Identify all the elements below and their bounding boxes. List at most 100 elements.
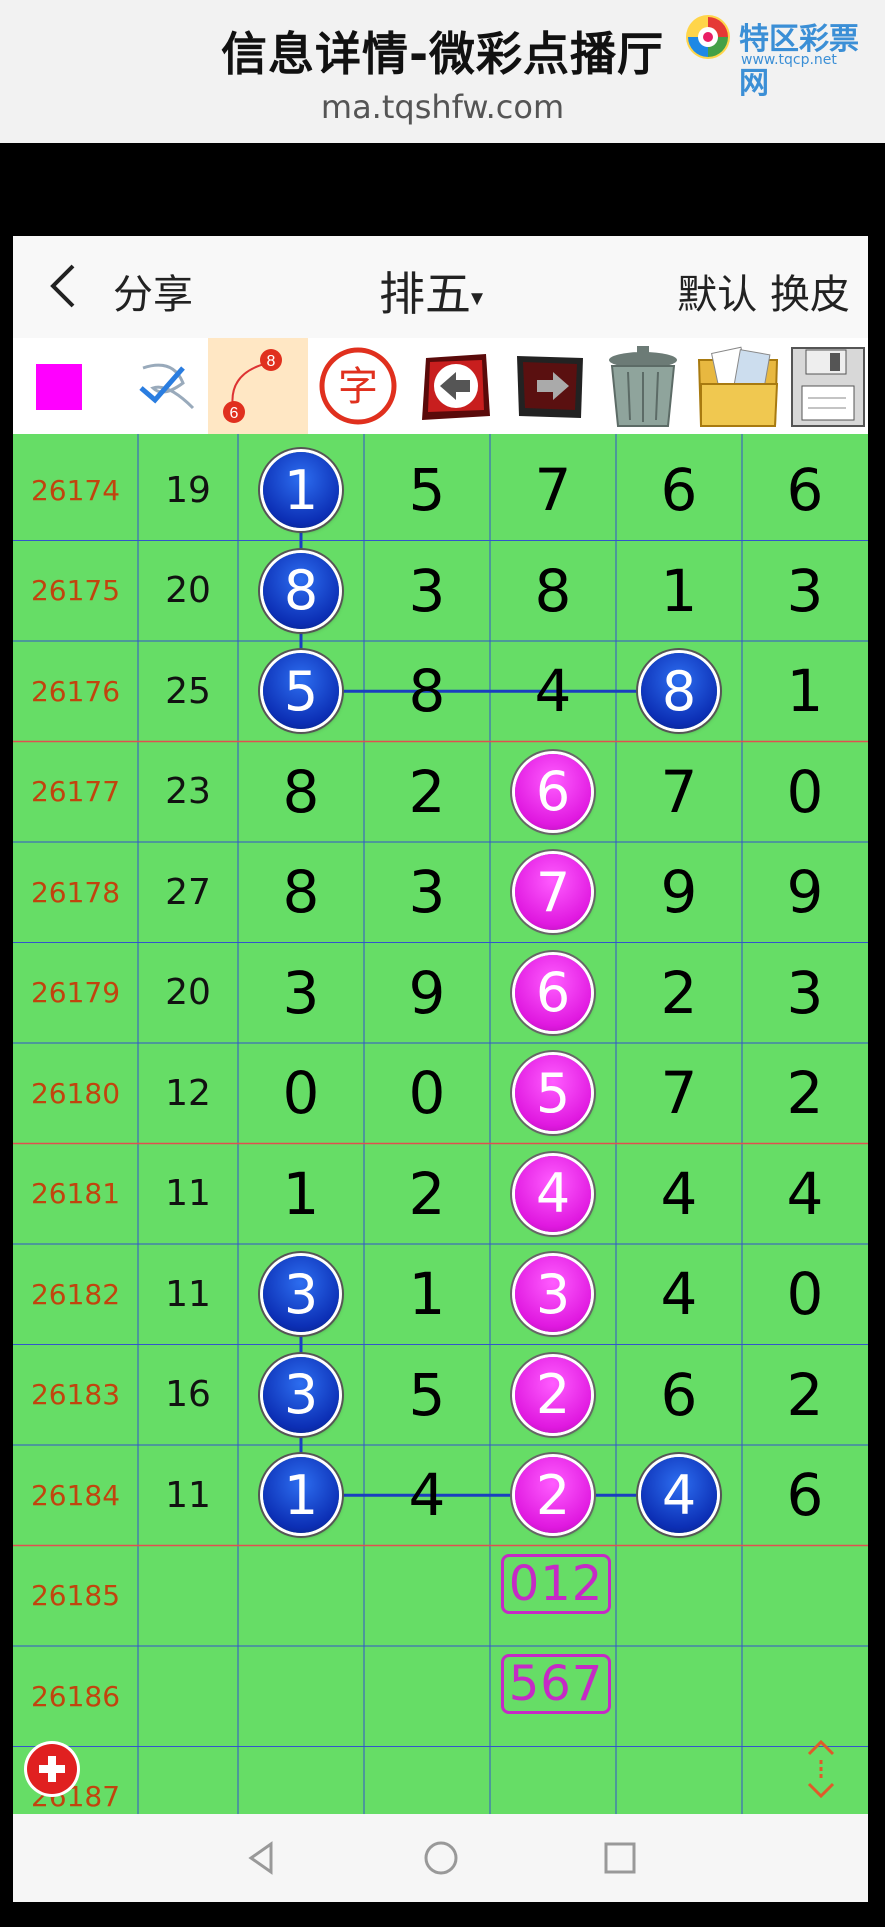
color-picker-tool[interactable] [13,338,108,434]
digit-cell[interactable]: 3 [742,541,868,642]
save-tool[interactable] [786,338,868,434]
nav-back-icon[interactable] [237,1834,285,1882]
tool-bar: 8 6 字 [13,338,868,434]
predicted-digits-box[interactable]: 012 [501,1553,611,1614]
lottery-type-dropdown[interactable]: 排五▾ [379,258,483,324]
trash-can-icon [609,346,677,427]
photo-folder-icon [697,346,779,427]
digit-sum: 27 [165,871,211,913]
clear-tool[interactable] [596,338,691,434]
digit-cell[interactable]: 8 [238,742,364,843]
skin-button[interactable]: 默认 换皮 [677,262,850,320]
digit-cell[interactable]: 9 [742,842,868,943]
digit-cell[interactable]: 7 [616,1043,742,1144]
logo-swirl-icon [686,15,730,59]
highlight-ball-blue[interactable]: 3 [263,1356,339,1433]
digit-cell[interactable]: 4 [616,1244,742,1345]
digit-cell[interactable] [238,1646,364,1747]
digit-cell[interactable]: 2 [742,1345,868,1446]
digit-cell[interactable]: 1 [238,1144,364,1245]
digit-cell[interactable]: 3 [238,943,364,1044]
digit-cell[interactable] [616,1546,742,1647]
nav-recent-icon[interactable] [596,1834,644,1882]
digit-cell[interactable] [364,1646,490,1747]
digit-cell[interactable]: 3 [364,541,490,642]
digit-cell[interactable]: 1 [616,541,742,642]
digit-cell[interactable] [742,1646,868,1747]
gallery-tool[interactable] [691,338,786,434]
digit-cell[interactable]: 5 [364,1345,490,1446]
digit-cell[interactable]: 0 [742,742,868,843]
digit-cell[interactable] [742,1546,868,1647]
scroll-arrows-icon[interactable] [801,1736,841,1802]
highlight-ball-blue[interactable]: 5 [263,653,339,730]
text-tool[interactable]: 字 [311,338,406,434]
dropdown-caret-icon: ▾ [471,283,484,312]
digit-cell[interactable]: 4 [364,1445,490,1546]
pen-tool[interactable] [113,338,208,434]
digit-cell[interactable]: 7 [616,742,742,843]
highlight-ball-blue[interactable]: 1 [263,452,339,529]
highlight-ball-pink[interactable]: 6 [515,753,591,830]
highlight-ball-pink[interactable]: 4 [515,1155,591,1232]
highlight-ball-blue[interactable]: 1 [263,1457,339,1534]
number-link-tool[interactable]: 8 6 [208,338,308,434]
digit-cell[interactable]: 1 [742,641,868,742]
highlight-ball-pink[interactable]: 2 [515,1457,591,1534]
digit-cell[interactable] [616,1646,742,1747]
digit-cell[interactable]: 2 [364,742,490,843]
digit-cell[interactable]: 1 [364,1244,490,1345]
digit-cell[interactable]: 6 [616,1345,742,1446]
highlight-ball-blue[interactable]: 4 [641,1457,717,1534]
digit-cell[interactable]: 9 [364,943,490,1044]
digit-cell[interactable]: 0 [364,1043,490,1144]
highlight-ball-pink[interactable]: 2 [515,1356,591,1433]
highlight-ball-pink[interactable]: 7 [515,854,591,931]
issue-number: 26181 [30,1177,121,1211]
digit-cell[interactable]: 2 [742,1043,868,1144]
digit-cell[interactable]: 0 [238,1043,364,1144]
digit-cell[interactable]: 2 [364,1144,490,1245]
digit-cell[interactable]: 8 [364,641,490,742]
lottery-type-label: 排五 [379,267,471,321]
digit-cell[interactable]: 6 [742,1445,868,1546]
digit-cell[interactable]: 6 [742,440,868,541]
back-chevron-icon[interactable] [41,256,91,316]
digit-cell[interactable]: 8 [490,541,616,642]
digit-cell[interactable]: 4 [490,641,616,742]
issue-number: 26182 [30,1277,121,1311]
issue-number: 26177 [30,775,121,809]
highlight-ball-blue[interactable]: 8 [641,653,717,730]
digit-cell[interactable]: 9 [616,842,742,943]
highlight-ball-pink[interactable]: 5 [515,1055,591,1132]
digit-cell[interactable]: 3 [364,842,490,943]
digit-cell[interactable]: 4 [742,1144,868,1245]
share-button[interactable]: 分享 [113,262,193,320]
digit-cell[interactable]: 7 [490,440,616,541]
digit-cell[interactable]: 0 [742,1244,868,1345]
highlight-ball-pink[interactable]: 6 [515,954,591,1031]
digit-cell[interactable]: 6 [616,440,742,541]
digit-cell[interactable] [238,1546,364,1647]
digit-cell[interactable]: 8 [238,842,364,943]
digit-sum: 12 [165,1072,211,1114]
zi-character-icon: 字 [319,347,397,425]
highlight-ball-pink[interactable]: 3 [515,1256,591,1333]
digit-cell[interactable]: 2 [616,943,742,1044]
highlight-ball-blue[interactable]: 3 [263,1256,339,1333]
digit-sum: 16 [165,1374,211,1416]
link-label-b: 6 [230,405,239,422]
digit-cell[interactable] [364,1546,490,1647]
digit-cell[interactable]: 3 [742,943,868,1044]
redo-tool[interactable] [501,338,596,434]
undo-tool[interactable] [406,338,501,434]
digit-cell[interactable]: 5 [364,440,490,541]
highlight-ball-blue[interactable]: 8 [263,552,339,629]
nav-home-icon[interactable] [417,1834,465,1882]
plus-circle-icon[interactable] [27,1744,77,1794]
back-arrow-icon [422,354,490,420]
issue-number: 26186 [30,1679,121,1713]
predicted-digits-box[interactable]: 567 [501,1654,611,1714]
digit-sum: 25 [165,670,211,712]
digit-cell[interactable]: 4 [616,1144,742,1245]
